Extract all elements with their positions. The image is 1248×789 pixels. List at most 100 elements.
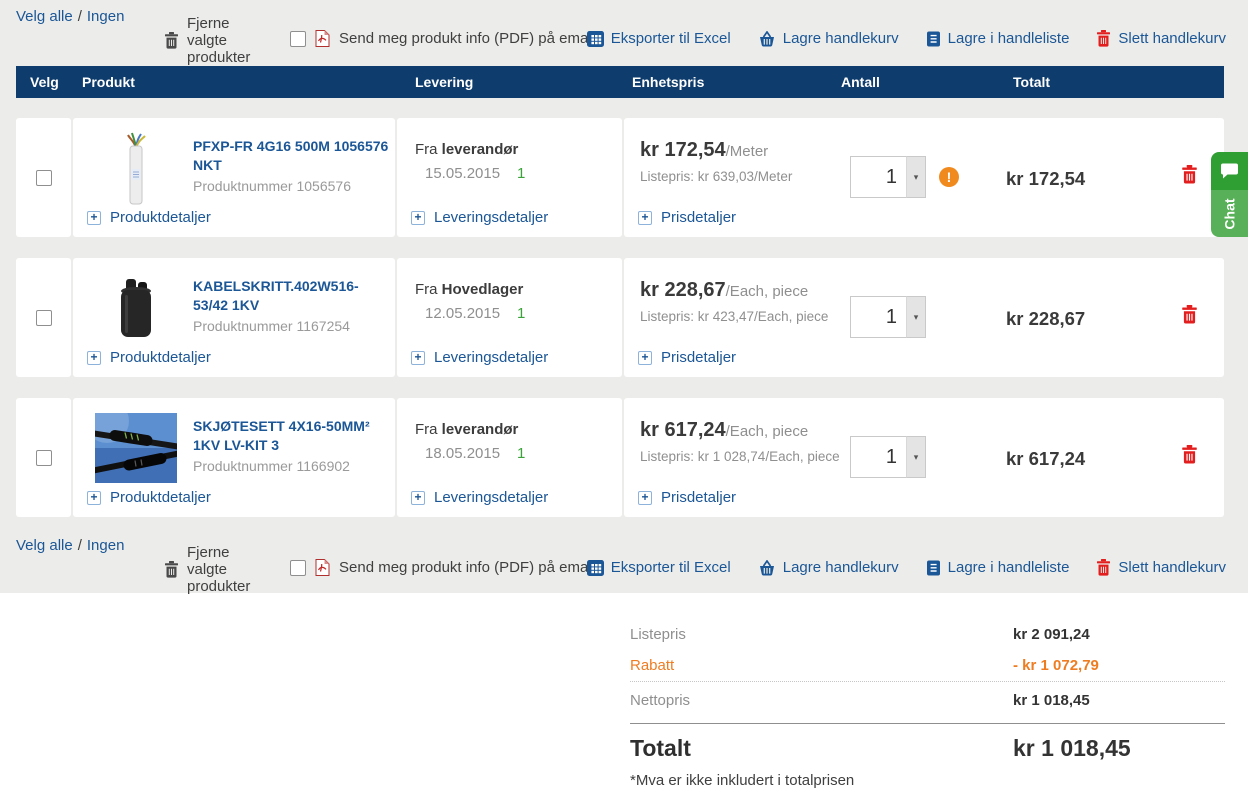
send-pdf-checkbox[interactable]	[290, 31, 306, 47]
quantity-dropdown-button[interactable]: ▾	[906, 436, 926, 478]
vat-footnote: *Mva er ikke inkludert i totalprisen	[630, 772, 1225, 789]
delivery-date-line: 18.05.20151	[425, 445, 525, 462]
send-pdf-checkbox[interactable]	[290, 560, 306, 576]
col-header-levering: Levering	[415, 66, 473, 98]
product-title-link[interactable]: PFXP-FR 4G16 500M 1056576 NKT	[193, 137, 389, 175]
quantity-input[interactable]	[850, 436, 906, 478]
delivery-card: Fra leverandør 18.05.20151 + Leveringsde…	[397, 398, 622, 517]
price-card: kr 172,54/Meter Listepris: kr 639,03/Met…	[624, 118, 1224, 237]
summary-list-price-row: Listepris kr 2 091,24	[630, 619, 1225, 650]
select-all-link[interactable]: Velg alle	[16, 8, 73, 25]
delivery-details-toggle[interactable]: + Leveringsdetaljer	[411, 349, 548, 366]
chat-bubble-icon	[1211, 152, 1248, 190]
delete-row-icon[interactable]	[1181, 165, 1198, 184]
price-details-toggle[interactable]: + Prisdetaljer	[638, 209, 736, 226]
notepad-icon	[926, 560, 941, 576]
select-none-link[interactable]: Ingen	[87, 537, 125, 554]
save-cart-button[interactable]: Lagre handlekurv	[758, 559, 899, 576]
delete-cart-button[interactable]: Slett handlekurv	[1096, 559, 1226, 576]
notepad-icon	[926, 31, 941, 47]
expand-plus-icon: +	[411, 491, 425, 505]
delete-row-icon[interactable]	[1181, 305, 1198, 324]
quantity-control: ▾ !	[850, 156, 959, 198]
product-details-label: Produktdetaljer	[110, 489, 211, 506]
list-price: Listepris: kr 639,03/Meter	[640, 168, 846, 185]
row-select-checkbox[interactable]	[36, 170, 52, 186]
product-details-toggle[interactable]: + Produktdetaljer	[87, 489, 211, 506]
row-select-checkbox[interactable]	[36, 310, 52, 326]
export-excel-button[interactable]: Eksporter til Excel	[587, 30, 731, 47]
discount-value: - kr 1 072,79	[1013, 657, 1225, 674]
export-excel-label: Eksporter til Excel	[611, 30, 731, 47]
delivery-source: Fra leverandør	[415, 421, 518, 438]
excel-icon	[587, 560, 604, 576]
row-select-checkbox[interactable]	[36, 450, 52, 466]
list-price: Listepris: kr 1 028,74/Each, piece	[640, 448, 846, 465]
delivery-details-toggle[interactable]: + Leveringsdetaljer	[411, 489, 548, 506]
price-details-toggle[interactable]: + Prisdetaljer	[638, 349, 736, 366]
stock-quantity: 1	[517, 305, 525, 322]
quantity-dropdown-button[interactable]: ▾	[906, 296, 926, 338]
delivery-source: Fra leverandør	[415, 141, 518, 158]
unit-price: kr 228,67	[640, 279, 726, 301]
product-card: PFXP-FR 4G16 500M 1056576 NKT Produktnum…	[73, 118, 395, 237]
summary-discount-row: Rabatt - kr 1 072,79	[630, 650, 1225, 681]
col-header-velg: Velg	[30, 66, 59, 98]
delivery-details-toggle[interactable]: + Leveringsdetaljer	[411, 209, 548, 226]
product-title-link[interactable]: KABELSKRITT.402W516-53/42 1KV	[193, 277, 389, 315]
product-number: Produktnummer 1166902	[193, 458, 389, 474]
delivery-date: 18.05.2015	[425, 445, 517, 462]
price-card: kr 617,24/Each, piece Listepris: kr 1 02…	[624, 398, 1224, 517]
delete-cart-button[interactable]: Slett handlekurv	[1096, 30, 1226, 47]
save-list-label: Lagre i handleliste	[948, 30, 1070, 47]
product-details-toggle[interactable]: + Produktdetaljer	[87, 349, 211, 366]
expand-plus-icon: +	[411, 211, 425, 225]
chat-tab: Chat	[1211, 190, 1248, 237]
product-title-link[interactable]: SKJØTESETT 4X16-50MM² 1KV LV-KIT 3	[193, 417, 389, 455]
product-details-toggle[interactable]: + Produktdetaljer	[87, 209, 211, 226]
net-price-value: kr 1 018,45	[1013, 692, 1225, 709]
list-price-label: Listepris	[630, 626, 1013, 643]
quantity-input[interactable]	[850, 296, 906, 338]
quantity-dropdown-button[interactable]: ▾	[906, 156, 926, 198]
list-price-value: kr 2 091,24	[1013, 626, 1225, 643]
warning-icon[interactable]: !	[939, 167, 959, 187]
row-select-card	[16, 258, 71, 377]
quantity-input[interactable]	[850, 156, 906, 198]
row-select-card	[16, 398, 71, 517]
list-price: Listepris: kr 423,47/Each, piece	[640, 308, 846, 325]
row-total: kr 172,54	[1006, 168, 1085, 190]
price-info: kr 228,67/Each, piece Listepris: kr 423,…	[640, 279, 846, 325]
send-pdf-label: Send meg produkt info (PDF) på email	[339, 30, 595, 47]
select-separator: /	[78, 8, 82, 25]
save-list-button[interactable]: Lagre i handleliste	[926, 30, 1070, 47]
delete-row-icon[interactable]	[1181, 445, 1198, 464]
save-list-button[interactable]: Lagre i handleliste	[926, 559, 1070, 576]
expand-plus-icon: +	[87, 351, 101, 365]
delivery-date: 12.05.2015	[425, 305, 517, 322]
price-info: kr 172,54/Meter Listepris: kr 639,03/Met…	[640, 139, 846, 185]
total-value: kr 1 018,45	[1013, 735, 1225, 762]
summary-net-price-row: Nettopris kr 1 018,45	[630, 681, 1225, 716]
delivery-details-label: Leveringsdetaljer	[434, 349, 548, 366]
save-cart-button[interactable]: Lagre handlekurv	[758, 30, 899, 47]
price-info: kr 617,24/Each, piece Listepris: kr 1 02…	[640, 419, 846, 465]
price-details-label: Prisdetaljer	[661, 489, 736, 506]
cart-row: SKJØTESETT 4X16-50MM² 1KV LV-KIT 3 Produ…	[16, 398, 1224, 517]
export-excel-button[interactable]: Eksporter til Excel	[587, 559, 731, 576]
product-details-label: Produktdetaljer	[110, 349, 211, 366]
price-details-toggle[interactable]: + Prisdetaljer	[638, 489, 736, 506]
product-info: KABELSKRITT.402W516-53/42 1KV Produktnum…	[193, 277, 389, 334]
cart-summary-section: Listepris kr 2 091,24 Rabatt - kr 1 072,…	[0, 593, 1248, 789]
row-select-card	[16, 118, 71, 237]
pdf-icon	[315, 559, 330, 576]
select-none-link[interactable]: Ingen	[87, 8, 125, 25]
save-cart-label: Lagre handlekurv	[783, 30, 899, 47]
delivery-details-label: Leveringsdetaljer	[434, 489, 548, 506]
expand-plus-icon: +	[87, 211, 101, 225]
chat-widget[interactable]: Chat	[1211, 152, 1248, 237]
price-details-label: Prisdetaljer	[661, 349, 736, 366]
select-all-link[interactable]: Velg alle	[16, 537, 73, 554]
unit-of-measure: /Meter	[726, 143, 769, 160]
net-price-label: Nettopris	[630, 692, 1013, 709]
